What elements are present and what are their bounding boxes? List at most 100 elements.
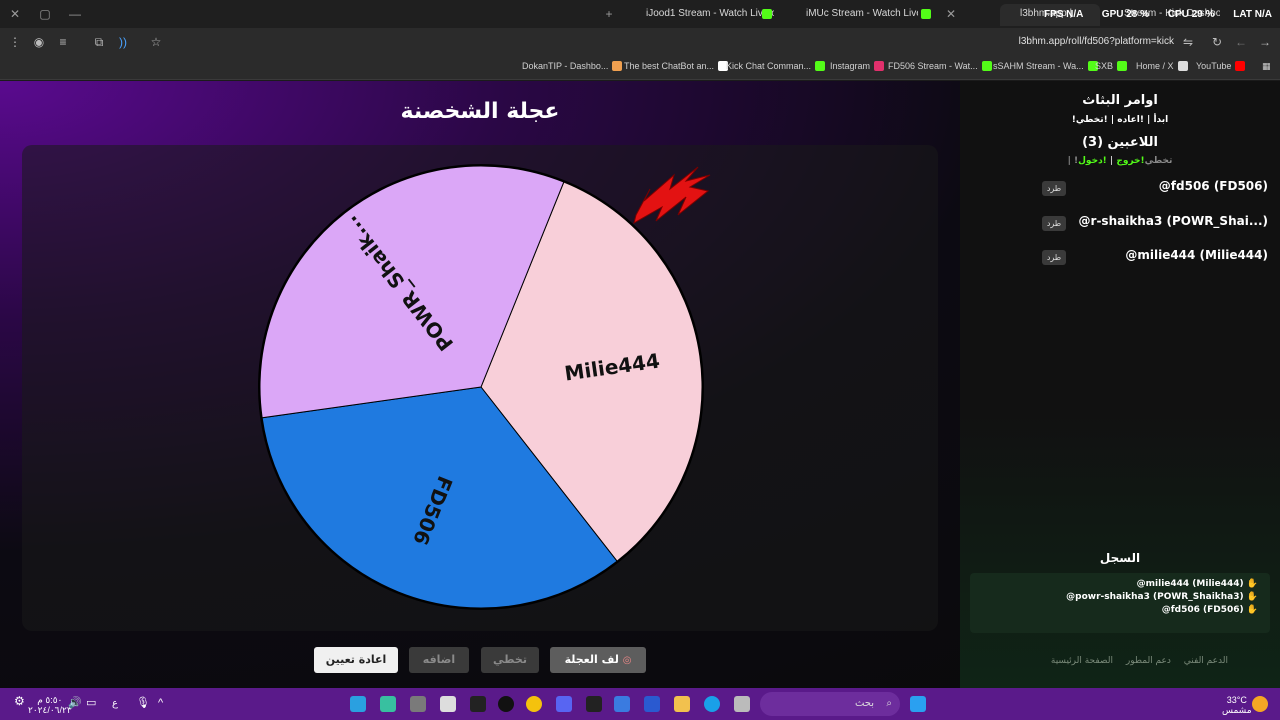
epic-games-icon[interactable]: [470, 696, 486, 712]
bookmark-item[interactable]: FD506 Stream - Wat...: [888, 61, 992, 71]
language-indicator[interactable]: ع: [112, 699, 118, 709]
separator: |: [1106, 156, 1117, 166]
chrome-icon[interactable]: [526, 696, 542, 712]
players-title: اللاعبين (3): [1082, 135, 1158, 150]
install-app-icon[interactable]: ⧉: [92, 35, 106, 49]
cpu-stat: CPU 29 %: [1167, 9, 1215, 20]
spin-button[interactable]: لف العجلة ◎: [550, 647, 646, 673]
kick-player-button[interactable]: طرد: [1042, 250, 1066, 265]
bookmark-item[interactable]: Home / X: [1136, 61, 1188, 71]
add-button[interactable]: اضافه: [409, 647, 469, 673]
settings-icon[interactable]: ⚙: [14, 695, 25, 707]
bookmark-item[interactable]: Kick Chat Comman...: [726, 61, 826, 71]
commands-list: !ابدأ | !اعاده | !تخطي: [1071, 115, 1169, 125]
player-row: طرد @milie444 (Milie444): [1042, 248, 1268, 268]
tab-ijood1[interactable]: ✕ iJood1 Stream - Watch Live on: [626, 4, 774, 26]
app-icon[interactable]: [380, 696, 396, 712]
sun-icon: [1252, 696, 1268, 712]
log-panel: @milie444 (Milie444) ✋ @powr-shaikha3 (P…: [970, 573, 1270, 633]
site-settings-icon[interactable]: ⇋: [1181, 35, 1195, 49]
wave-icon: ✋: [1246, 592, 1258, 602]
forward-icon[interactable]: ←: [1234, 35, 1248, 49]
wave-icon: ✋: [1246, 605, 1258, 615]
bookmark-item[interactable]: sSAHM Stream - Wa...: [993, 61, 1098, 71]
app-icon[interactable]: [734, 696, 750, 712]
log-title: السجل: [1099, 551, 1141, 565]
minimize-window-icon[interactable]: —: [68, 7, 82, 21]
defender-icon[interactable]: [644, 696, 660, 712]
file-explorer-icon[interactable]: [674, 696, 690, 712]
cast-icon[interactable]: )): [116, 35, 130, 49]
new-tab-icon[interactable]: +: [602, 7, 616, 21]
menu-icon[interactable]: ⋮: [8, 35, 22, 49]
footer-links: الدعم الفني دعم المطور الصفحة الرئيسية: [1041, 656, 1228, 666]
profile-icon[interactable]: ◉: [32, 35, 46, 49]
windows-start-icon[interactable]: [910, 696, 926, 712]
tune-icon[interactable]: ≡: [56, 35, 70, 49]
wheel-chart[interactable]: Milie444FD506POWR_Shaik...: [22, 145, 938, 631]
volume-icon[interactable]: 🔊: [68, 698, 82, 709]
kick-player-button[interactable]: طرد: [1042, 216, 1066, 231]
weather-desc: مشمس: [1222, 705, 1252, 715]
restore-window-icon[interactable]: ▢: [38, 7, 52, 21]
app-icon[interactable]: [586, 696, 602, 712]
support-link[interactable]: الدعم الفني: [1184, 656, 1228, 666]
player-name: @fd506 (FD506): [1158, 179, 1268, 193]
log-entry: @milie444 (Milie444) ✋: [1136, 579, 1258, 589]
bookmark-item[interactable]: SXB: [1095, 61, 1128, 71]
target-icon: ◎: [622, 655, 632, 666]
spin-button-label: لف العجلة: [564, 653, 619, 666]
weather-widget[interactable]: 33°C مشمس: [1222, 695, 1252, 715]
edge-icon[interactable]: [704, 696, 720, 712]
app-icon[interactable]: [614, 696, 630, 712]
obs-icon[interactable]: [498, 696, 514, 712]
url-text[interactable]: l3bhm.app/roll/fd506?platform=kick: [1019, 36, 1174, 47]
microphone-icon[interactable]: 🎙: [136, 698, 150, 709]
telegram-app-icon[interactable]: [350, 696, 366, 712]
home-link[interactable]: الصفحة الرئيسية: [1051, 656, 1113, 666]
clock[interactable]: ٥:٥٠ م ٢٠٢٤/٠٦/٢٣: [28, 695, 72, 715]
bookmark-item[interactable]: DokanTIP - Dashbo...: [522, 61, 623, 71]
leave-command: !خروج: [1116, 156, 1145, 166]
close-window-icon[interactable]: ✕: [8, 7, 22, 21]
bookmark-item[interactable]: The best ChatBot an...: [624, 61, 729, 71]
tab-label: iJood1 Stream - Watch Live on: [646, 8, 774, 19]
bookmark-item[interactable]: YouTube: [1196, 61, 1246, 71]
tab-imuc[interactable]: iMUc Stream - Watch Live on K: [786, 4, 918, 26]
player-row: طرد @r-shaikha3 (POWR_Shai...): [1042, 214, 1268, 234]
wheel-pointer: [633, 166, 711, 225]
performance-overlay: FPS N/A GPU 28 % CPU 29 % LAT N/A: [1028, 9, 1272, 20]
kick-icon: [921, 9, 931, 19]
discord-icon[interactable]: [556, 696, 572, 712]
app-icon[interactable]: [410, 696, 426, 712]
bookmark-item[interactable]: Instagram: [830, 61, 885, 71]
kick-player-button[interactable]: طرد: [1042, 181, 1066, 196]
search-input[interactable]: بحث ⌕: [760, 692, 900, 716]
back-icon[interactable]: →: [1258, 35, 1272, 49]
apps-grid-icon[interactable]: ▦: [1262, 61, 1271, 72]
reset-button[interactable]: اعادة تعيين: [314, 647, 398, 673]
join-leave-commands: | !تخطي!خروج | !دخول: [960, 156, 1280, 166]
bookmarks-bar: DokanTIP - Dashbo... The best ChatBot an…: [0, 56, 1280, 80]
kick-icon: [762, 9, 772, 19]
address-bar: ⋮ ◉ ≡ ⧉ )) ☆ l3bhm.app/roll/fd506?platfo…: [0, 28, 1280, 56]
wheel-panel: Milie444 FD506 POWR_Shaik...: [22, 145, 938, 631]
tray-chevron-icon[interactable]: ^: [158, 698, 163, 709]
taskbar: ⚙ ٥:٥٠ م ٢٠٢٤/٠٦/٢٣ 🔊 ▭ ع 🎙 ^ بحث ⌕ 33°C…: [0, 688, 1280, 720]
fps-stat: FPS N/A: [1043, 9, 1084, 20]
app-icon[interactable]: [440, 696, 456, 712]
weather-temp: 33°C: [1226, 695, 1247, 705]
clock-date: ٢٠٢٤/٠٦/٢٣: [28, 705, 72, 715]
search-placeholder: بحث: [854, 698, 874, 709]
bookmark-star-icon[interactable]: ☆: [149, 35, 163, 49]
lat-stat: LAT N/A: [1233, 9, 1272, 20]
sidebar: اوامر البثاث !ابدأ | !اعاده | !تخطي اللا…: [960, 81, 1280, 688]
close-tab-icon[interactable]: ✕: [944, 7, 958, 21]
page-title: عجلة الشخصنة: [400, 99, 560, 124]
skip-button[interactable]: تخطي: [481, 647, 539, 673]
developer-support-link[interactable]: دعم المطور: [1126, 656, 1171, 666]
reload-icon[interactable]: ↻: [1210, 35, 1224, 49]
log-entry: @fd506 (FD506) ✋: [1161, 605, 1258, 615]
network-icon[interactable]: ▭: [86, 698, 96, 709]
tab-label: iMUc Stream - Watch Live on K: [806, 8, 918, 19]
